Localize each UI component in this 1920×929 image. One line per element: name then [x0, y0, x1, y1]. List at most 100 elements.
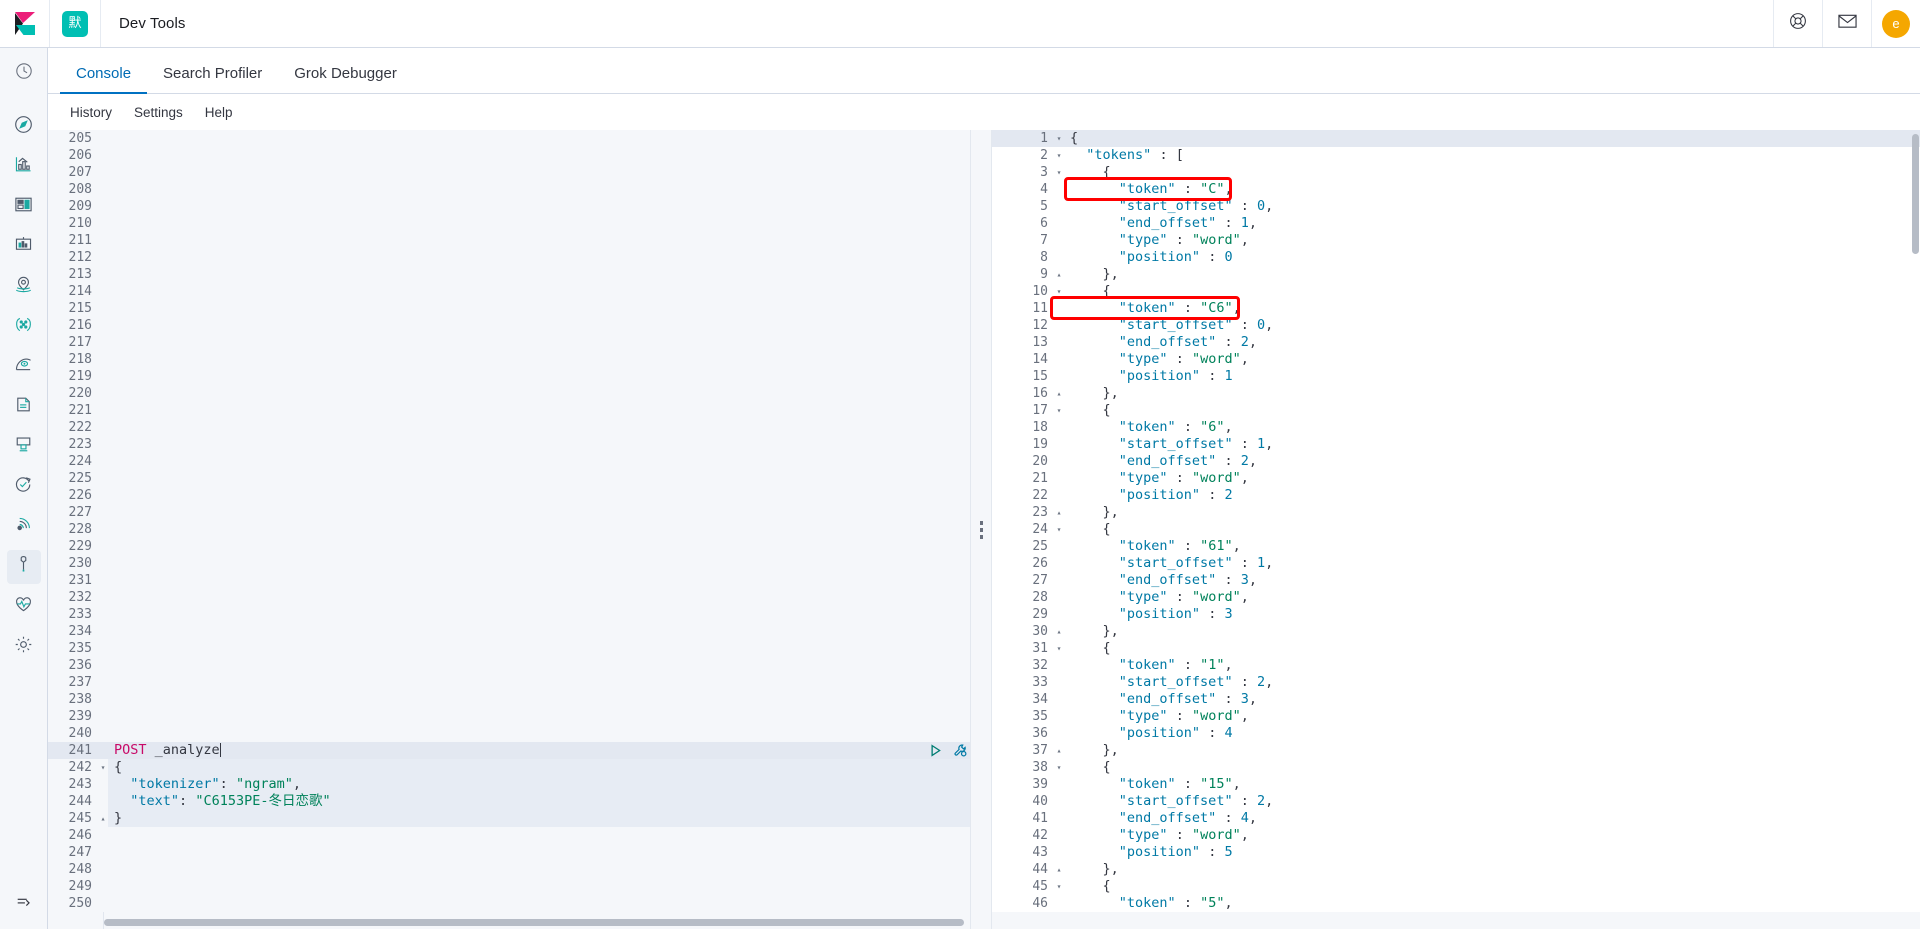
response-vertical-scrollbar[interactable] [1911, 130, 1920, 929]
play-send-request-icon[interactable] [928, 743, 943, 763]
fold-marker[interactable]: ▴ [1054, 385, 1064, 402]
editor-line[interactable]: 44 ▴ }, [992, 861, 1920, 878]
sidebar-item-uptime[interactable] [7, 470, 41, 504]
editor-line[interactable]: 5 "start_offset" : 0, [992, 198, 1920, 215]
editor-line[interactable]: 232 [48, 589, 970, 606]
submenu-item-help[interactable]: Help [205, 105, 233, 120]
editor-line[interactable]: 236 [48, 657, 970, 674]
editor-line[interactable]: 226 [48, 487, 970, 504]
editor-line[interactable]: 45 ▾ { [992, 878, 1920, 895]
editor-line[interactable]: 233 [48, 606, 970, 623]
submenu-item-settings[interactable]: Settings [134, 105, 183, 120]
editor-line[interactable]: 1 ▾ { [992, 130, 1920, 147]
editor-line[interactable]: 20 "end_offset" : 2, [992, 453, 1920, 470]
editor-line[interactable]: 32 "token" : "1", [992, 657, 1920, 674]
fold-marker[interactable]: ▾ [98, 759, 108, 776]
editor-line[interactable]: 228 [48, 521, 970, 538]
elastic-logo-button[interactable] [0, 0, 50, 47]
editor-line[interactable]: 213 [48, 266, 970, 283]
tab-console[interactable]: Console [60, 66, 148, 94]
fold-marker[interactable]: ▴ [1054, 266, 1064, 283]
editor-line[interactable]: 217 [48, 334, 970, 351]
editor-line[interactable]: 17 ▾ { [992, 402, 1920, 419]
tab-grok-debugger[interactable]: Grok Debugger [278, 66, 413, 93]
sidebar-item-apm[interactable] [7, 430, 41, 464]
editor-line[interactable]: 41 "end_offset" : 4, [992, 810, 1920, 827]
editor-line[interactable]: 3 ▾ { [992, 164, 1920, 181]
editor-splitter[interactable] [970, 130, 992, 929]
editor-line[interactable]: 205 [48, 130, 970, 147]
editor-line[interactable]: 238 [48, 691, 970, 708]
sidebar-item-infrastructure[interactable] [7, 350, 41, 384]
editor-line[interactable]: 225 [48, 470, 970, 487]
editor-line[interactable]: 223 [48, 436, 970, 453]
fold-marker[interactable]: ▾ [1054, 147, 1064, 164]
request-horizontal-scrollbar[interactable] [104, 919, 964, 927]
editor-line[interactable]: 244 "text": "C6153PE-冬日恋歌" [48, 793, 970, 810]
editor-line[interactable]: 240 [48, 725, 970, 742]
editor-line[interactable]: 11 "token" : "C6", [992, 300, 1920, 317]
editor-line[interactable]: 220 [48, 385, 970, 402]
editor-line[interactable]: 12 "start_offset" : 0, [992, 317, 1920, 334]
editor-line[interactable]: 247 [48, 844, 970, 861]
sidebar-item-management[interactable] [7, 630, 41, 664]
fold-marker[interactable]: ▾ [1054, 521, 1064, 538]
editor-line[interactable]: 34 "end_offset" : 3, [992, 691, 1920, 708]
editor-line[interactable]: 246 [48, 827, 970, 844]
submenu-item-history[interactable]: History [70, 105, 112, 120]
editor-line[interactable]: 15 "position" : 1 [992, 368, 1920, 385]
sidebar-item-dev-tools[interactable] [6, 550, 41, 584]
fold-marker[interactable]: ▴ [98, 810, 108, 827]
editor-line[interactable]: 230 [48, 555, 970, 572]
editor-line[interactable]: 19 "start_offset" : 1, [992, 436, 1920, 453]
editor-line[interactable]: 231 [48, 572, 970, 589]
editor-line[interactable]: 206 [48, 147, 970, 164]
editor-line[interactable]: 224 [48, 453, 970, 470]
editor-line[interactable]: 245 ▴} [48, 810, 970, 827]
editor-line[interactable]: 234 [48, 623, 970, 640]
editor-line[interactable]: 37 ▴ }, [992, 742, 1920, 759]
editor-line[interactable]: 23 ▴ }, [992, 504, 1920, 521]
editor-line[interactable]: 237 [48, 674, 970, 691]
editor-line[interactable]: 26 "start_offset" : 1, [992, 555, 1920, 572]
news-feed-button[interactable] [1822, 0, 1871, 47]
editor-line[interactable]: 35 "type" : "word", [992, 708, 1920, 725]
editor-line[interactable]: 13 "end_offset" : 2, [992, 334, 1920, 351]
editor-line[interactable]: 30 ▴ }, [992, 623, 1920, 640]
editor-line[interactable]: 243 "tokenizer": "ngram", [48, 776, 970, 793]
editor-line[interactable]: 215 [48, 300, 970, 317]
fold-marker[interactable]: ▾ [1054, 402, 1064, 419]
sidebar-item-siem[interactable] [7, 510, 41, 544]
editor-line[interactable]: 6 "end_offset" : 1, [992, 215, 1920, 232]
editor-line[interactable]: 219 [48, 368, 970, 385]
editor-line[interactable]: 43 "position" : 5 [992, 844, 1920, 861]
user-avatar-button[interactable]: e [1871, 0, 1920, 47]
editor-line[interactable]: 8 "position" : 0 [992, 249, 1920, 266]
editor-line[interactable]: 211 [48, 232, 970, 249]
editor-line[interactable]: 33 "start_offset" : 2, [992, 674, 1920, 691]
sidebar-item-recently-viewed[interactable] [7, 56, 41, 90]
editor-line[interactable]: 250 [48, 895, 970, 912]
editor-line[interactable]: 249 [48, 878, 970, 895]
editor-line[interactable]: 25 "token" : "61", [992, 538, 1920, 555]
sidebar-item-machine-learning[interactable] [7, 310, 41, 344]
editor-line[interactable]: 207 [48, 164, 970, 181]
editor-line[interactable]: 9 ▴ }, [992, 266, 1920, 283]
editor-line[interactable]: 208 [48, 181, 970, 198]
editor-line[interactable]: 212 [48, 249, 970, 266]
space-selector-button[interactable]: 默 [50, 0, 101, 47]
fold-marker[interactable]: ▾ [1054, 130, 1064, 147]
sidebar-item-logs[interactable] [7, 390, 41, 424]
sidebar-item-maps[interactable] [7, 270, 41, 304]
fold-marker[interactable]: ▾ [1054, 164, 1064, 181]
sidebar-item-visualize[interactable] [7, 150, 41, 184]
fold-marker[interactable]: ▴ [1054, 504, 1064, 521]
fold-marker[interactable]: ▾ [1054, 759, 1064, 776]
editor-line[interactable]: 38 ▾ { [992, 759, 1920, 776]
editor-line[interactable]: 222 [48, 419, 970, 436]
sidebar-item-discover[interactable] [7, 110, 41, 144]
editor-line[interactable]: 235 [48, 640, 970, 657]
editor-line[interactable]: 36 "position" : 4 [992, 725, 1920, 742]
sidebar-collapse-button[interactable] [7, 887, 41, 921]
editor-line[interactable]: 46 "token" : "5", [992, 895, 1920, 912]
